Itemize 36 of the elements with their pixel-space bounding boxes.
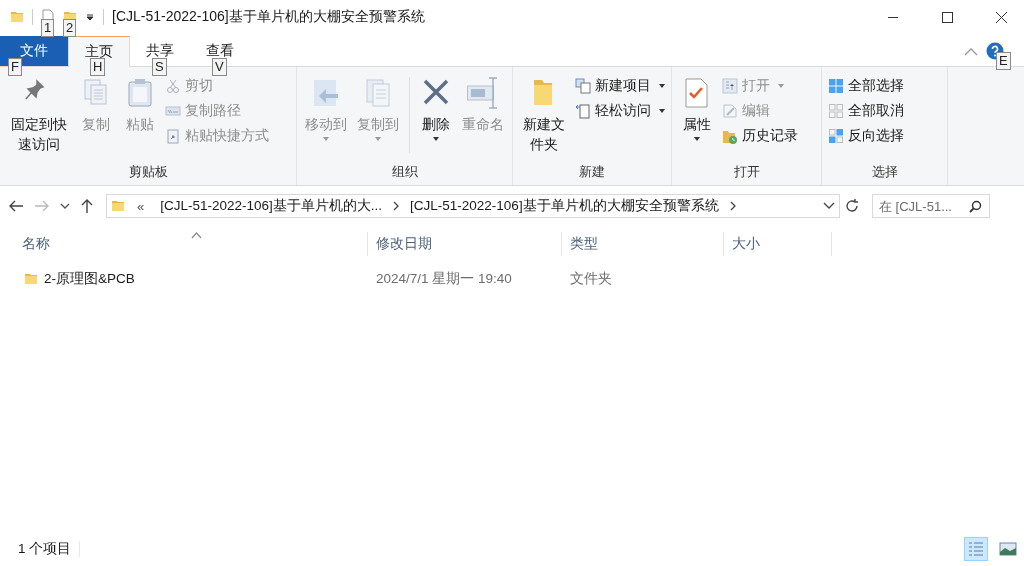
ribbon-button[interactable]: 固定到快速访问: [6, 73, 72, 163]
column-header[interactable]: 修改日期: [368, 232, 562, 256]
group-label: 打开: [732, 163, 761, 181]
keytip: F: [8, 58, 22, 76]
address-bar[interactable]: « [CJL-51-2022-106]基于单片机的大... [CJL-51-2022-106]基于单片机的大棚安全预警系统: [106, 194, 840, 218]
keytip: E: [996, 52, 1011, 70]
search-field[interactable]: 在 [CJL-51...: [872, 194, 990, 218]
item-count: 1 个项目: [18, 540, 72, 558]
ribbon-button[interactable]: 反向选择: [828, 125, 904, 147]
file-name[interactable]: 2-原理图&PCB: [14, 270, 368, 288]
ribbon-button[interactable]: 删除: [417, 73, 455, 163]
ribbon-button[interactable]: 新建项目: [575, 75, 665, 97]
group-label: 组织: [390, 163, 419, 181]
column-header[interactable]: 名称: [14, 232, 368, 256]
window-title: [CJL-51-2022-106]基于单片机的大棚安全预警系统: [112, 8, 425, 26]
group-label: 选择: [870, 163, 899, 181]
keytip: V: [212, 58, 227, 76]
ribbon-button[interactable]: 全部选择: [828, 75, 904, 97]
table-cell-text: 2024/7/1 星期一 19:40: [375, 270, 513, 288]
overflow-button[interactable]: «: [131, 198, 151, 214]
keytip: 1: [41, 19, 55, 37]
ribbon-button[interactable]: 历史记录: [722, 125, 798, 147]
ribbon-button[interactable]: 新建文件夹: [519, 73, 569, 163]
keytip: 2: [63, 19, 77, 37]
breadcrumb[interactable]: [CJL-51-2022-106]基于单片机的大...: [156, 197, 387, 215]
keytip: H: [90, 58, 106, 76]
column-header[interactable]: 类型: [562, 232, 724, 256]
group-label: 新建: [578, 163, 606, 181]
column-header[interactable]: 大小: [724, 232, 832, 256]
group-label: 剪贴板: [127, 163, 169, 181]
table-cell-text: 文件夹: [569, 270, 613, 288]
ribbon-button[interactable]: 属性: [678, 73, 716, 163]
keytip: S: [152, 58, 167, 76]
ribbon-button[interactable]: 全部取消: [828, 100, 904, 122]
breadcrumb[interactable]: [CJL-51-2022-106]基于单片机的大棚安全预警系统: [406, 197, 723, 215]
ribbon-button[interactable]: 轻松访问: [575, 100, 665, 122]
